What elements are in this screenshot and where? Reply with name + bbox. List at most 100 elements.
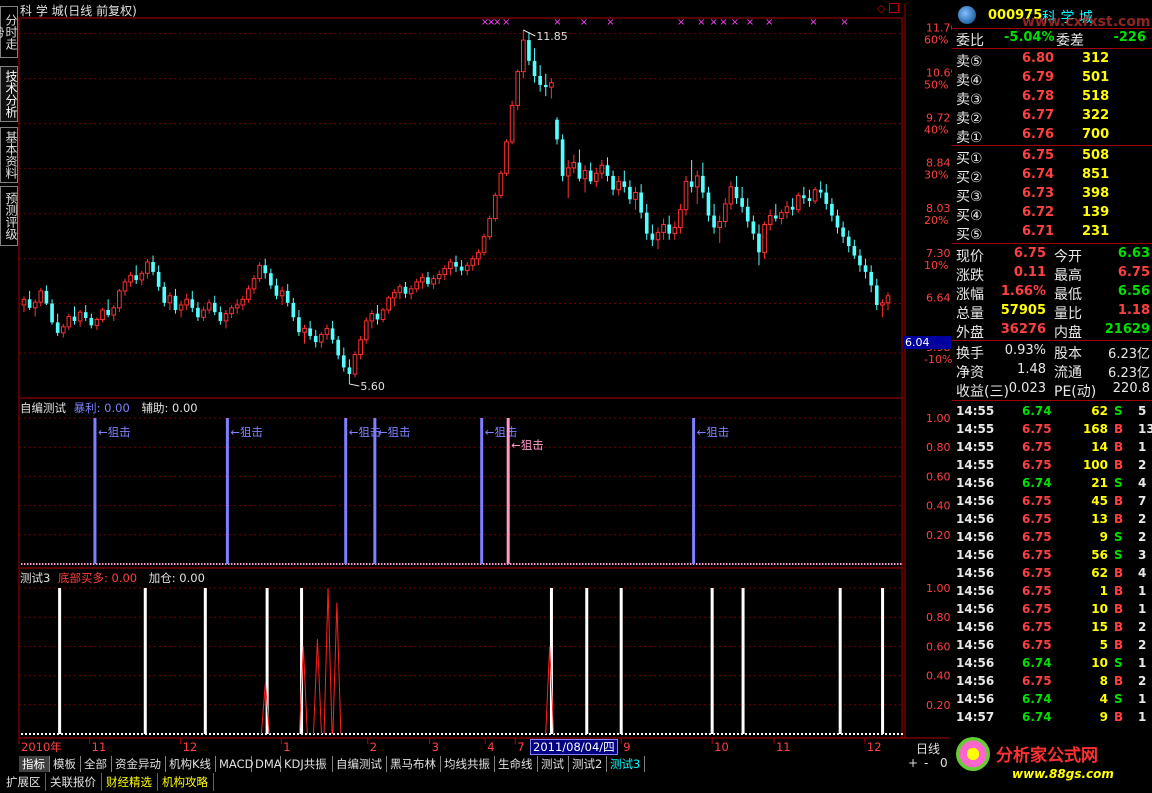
buy-level-3[interactable]: 买③ 6.73 398 (952, 186, 1152, 205)
baseline-dot (825, 733, 827, 735)
candle (628, 180, 632, 204)
ext-tab-2[interactable]: 财经精选 (102, 773, 158, 791)
bottom-tab-11[interactable]: 生命线 (495, 756, 538, 772)
candle-body (476, 251, 481, 260)
sell-level-4[interactable]: 卖② 6.77 322 (952, 108, 1152, 127)
sell-level-3[interactable]: 卖③ 6.78 518 (952, 89, 1152, 108)
ext-tab-1[interactable]: 关联报价 (46, 773, 102, 791)
bottom-tab-4[interactable]: 机构K线 (166, 756, 216, 772)
baseline-dot (312, 563, 314, 565)
candle (655, 227, 661, 250)
tick-n: 1 (1138, 710, 1147, 724)
left-tab-2[interactable]: 基本资料 (0, 127, 18, 183)
stat-v: 1.66% (1000, 284, 1046, 299)
candle-body (689, 181, 694, 187)
bottom-tab-2[interactable]: 全部 (81, 756, 112, 772)
pct-tick-label: -10% (924, 353, 952, 366)
baseline-dot (385, 733, 387, 735)
baseline-dot (24, 563, 26, 565)
candle-body (869, 271, 873, 286)
bottom-tab-10[interactable]: 均线共振 (441, 756, 495, 772)
zoom-in-button[interactable]: + (908, 756, 918, 770)
candle-body (257, 264, 262, 280)
bottom-tab-7[interactable]: KDJ共振 (281, 756, 333, 772)
period-label[interactable]: 日线 (916, 740, 940, 757)
panel2-title: 测试3 (20, 571, 51, 585)
bottom-tab-0[interactable]: 指标 (19, 756, 50, 772)
baseline-dot (354, 563, 356, 565)
baseline-dot (690, 563, 692, 565)
candle (515, 69, 521, 111)
candle-body (470, 258, 476, 266)
candle (454, 255, 458, 272)
buy-level-5[interactable]: 买⑤ 6.71 231 (952, 224, 1152, 243)
webi-value: -5.04% (1004, 30, 1055, 45)
bottom-tab-12[interactable]: 测试 (538, 756, 569, 772)
zoom-out-button[interactable]: - (924, 756, 928, 770)
sell-volume: 312 (1082, 51, 1110, 66)
sell-level-2[interactable]: 卖④ 6.79 501 (952, 70, 1152, 89)
baseline-dot (126, 563, 128, 565)
baseline-dot (41, 733, 43, 735)
reset-button[interactable]: 0 (940, 756, 948, 770)
bottom-tab-1[interactable]: 模板 (50, 756, 81, 772)
bottom-tab-8[interactable]: 自编测试 (333, 756, 387, 772)
bottom-tab-9[interactable]: 黑马布林 (387, 756, 441, 772)
bottom-tab-6[interactable]: DMA (252, 756, 282, 772)
candle (795, 192, 801, 213)
left-tab-3[interactable]: 预测评级 (0, 186, 18, 246)
candle (448, 258, 453, 276)
baseline-dot (516, 563, 518, 565)
tick-n: 13 (1138, 422, 1152, 436)
buy-level-2[interactable]: 买② 6.74 851 (952, 167, 1152, 186)
diamond-icon[interactable]: ◇ (877, 2, 885, 15)
buy-volume: 398 (1082, 186, 1110, 201)
site-logo[interactable]: 分析家公式网 www.88gs.com (952, 733, 1152, 793)
buy-level-1[interactable]: 买① 6.75 508 (952, 148, 1152, 167)
baseline-dot (207, 563, 209, 565)
bottom-tab-5[interactable]: MACD (216, 756, 253, 772)
baseline-dot (279, 563, 281, 565)
candle-body (571, 162, 577, 169)
candle-body (436, 274, 442, 280)
ext-tab-0[interactable]: 扩展区 (2, 773, 46, 791)
candle-body (790, 206, 795, 210)
candle-body (841, 227, 845, 237)
left-tab-1[interactable]: 技术分析 (0, 66, 18, 122)
candle-body (812, 189, 818, 202)
candle-body (650, 233, 655, 240)
baseline-dot (492, 563, 494, 565)
baseline-dot (834, 563, 836, 565)
candle (824, 184, 829, 210)
left-tab-0[interactable]: 分时走势 (0, 6, 18, 58)
baseline-dot (576, 563, 578, 565)
sell-level-1[interactable]: 卖⑤ 6.80 312 (952, 51, 1152, 70)
candle-body (246, 288, 251, 300)
baseline-dot (144, 563, 146, 565)
candle-body (77, 311, 83, 322)
sell-label: 卖① (956, 130, 983, 146)
baseline-dot (317, 733, 319, 735)
box-icon[interactable] (889, 3, 899, 13)
baseline-dot (579, 563, 581, 565)
sell-volume: 322 (1082, 108, 1110, 123)
buy-level-4[interactable]: 买④ 6.72 139 (952, 205, 1152, 224)
orderbook-divider (952, 145, 1152, 146)
sell-level-5[interactable]: 卖① 6.76 700 (952, 127, 1152, 146)
bottom-tab-13[interactable]: 测试2 (569, 756, 607, 772)
tick-n: 2 (1138, 638, 1147, 652)
baseline-dot (669, 733, 671, 735)
baseline-dot (165, 563, 167, 565)
baseline-dot (817, 733, 819, 735)
baseline-dot (557, 733, 559, 735)
baseline-dot (633, 733, 635, 735)
bottom-tab-3[interactable]: 资金异动 (112, 756, 166, 772)
bottom-tab-14[interactable]: 测试3 (607, 756, 645, 772)
ext-tab-3[interactable]: 机构攻略 (158, 773, 214, 791)
candle (111, 304, 117, 321)
baseline-dot (741, 563, 743, 565)
baseline-dot (149, 733, 151, 735)
chart-area[interactable]: 11.7660%10.6950%9.7240%8.8430%8.0320%7.3… (0, 0, 952, 793)
baseline-dot (241, 733, 243, 735)
tick-row: 14:57 6.74 9 B 1 (952, 709, 1152, 727)
